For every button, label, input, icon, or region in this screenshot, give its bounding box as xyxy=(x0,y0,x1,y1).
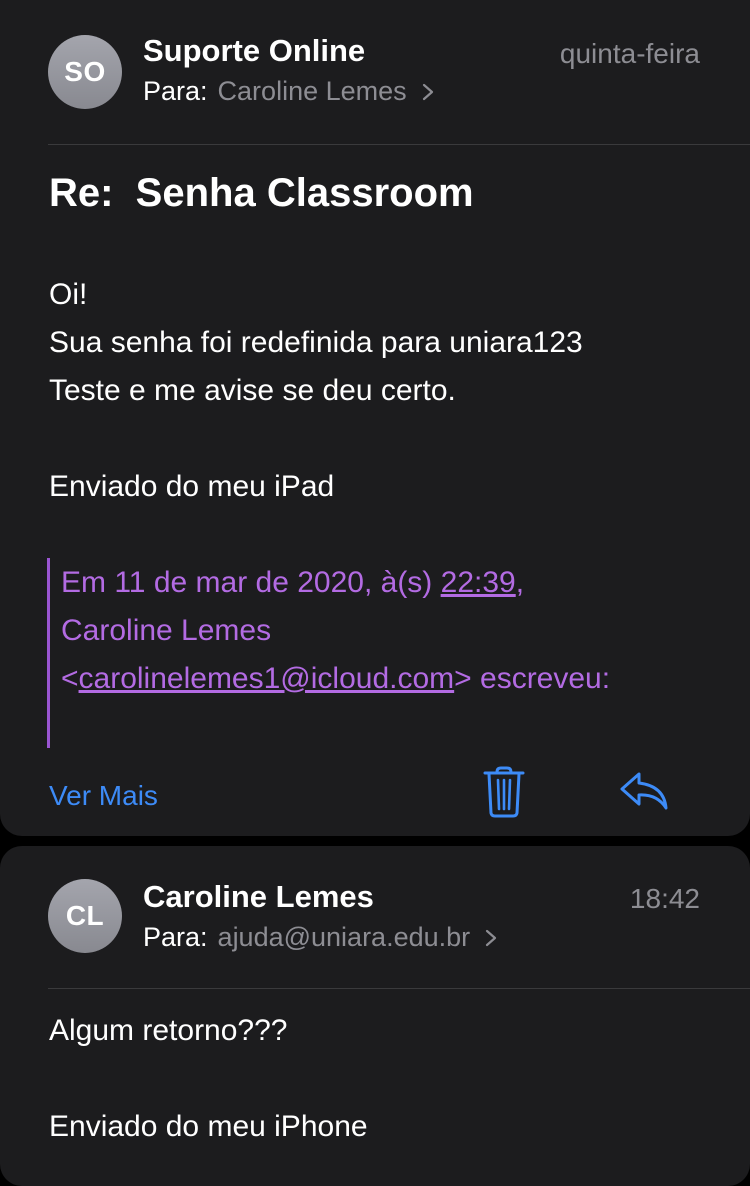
body-line: Algum retorno??? xyxy=(49,1014,288,1047)
see-more-button[interactable]: Ver Mais xyxy=(49,780,158,812)
to-label: Para: xyxy=(143,922,208,952)
header-divider xyxy=(48,988,750,989)
sender-name[interactable]: Caroline Lemes xyxy=(143,879,374,915)
avatar[interactable]: SO xyxy=(48,35,122,109)
recipient-name[interactable]: Caroline Lemes xyxy=(218,76,407,107)
recipient-email[interactable]: ajuda@uniara.edu.br xyxy=(218,922,471,953)
quote-email-link[interactable]: carolinelemes1@icloud.com xyxy=(79,662,455,695)
quote-author: Caroline Lemes xyxy=(61,614,272,647)
quote-bar xyxy=(47,558,50,748)
email-subject: Re: Senha Classroom xyxy=(49,171,474,215)
body-line: Teste e me avise se deu certo. xyxy=(49,374,456,407)
chevron-right-icon[interactable] xyxy=(419,82,437,102)
message-card-2: CL Caroline Lemes 18:42 Para: ajuda@unia… xyxy=(0,846,750,1186)
chevron-right-icon[interactable] xyxy=(482,928,500,948)
avatar[interactable]: CL xyxy=(48,879,122,953)
trash-icon[interactable] xyxy=(480,764,528,820)
quote-email-line: <carolinelemes1@icloud.com> escreveu: xyxy=(61,662,610,696)
quote-comma: , xyxy=(515,566,525,599)
body-line: Oi! xyxy=(49,278,88,311)
body-line: Enviado do meu iPad xyxy=(49,470,335,503)
quote-header-line: Em 11 de mar de 2020, à(s) 22:39, xyxy=(61,566,524,600)
body-line: Enviado do meu iPhone xyxy=(49,1110,368,1143)
quote-date-text: Em 11 de mar de 2020, à(s) xyxy=(61,566,441,599)
message-date: 18:42 xyxy=(629,883,700,914)
header-divider xyxy=(48,144,750,145)
message-card-1: SO Suporte Online quinta-feira Para: Car… xyxy=(0,0,750,836)
body-line: Sua senha foi redefinida para uniara123 xyxy=(49,326,583,359)
recipient-line[interactable]: Para: Caroline Lemes xyxy=(143,76,437,107)
message-date: quinta-feira xyxy=(559,38,700,69)
quote-time-link[interactable]: 22:39 xyxy=(441,566,516,599)
sender-name[interactable]: Suporte Online xyxy=(143,33,365,69)
quote-lt: < xyxy=(61,662,79,695)
reply-icon[interactable] xyxy=(618,768,670,814)
quote-wrote: > escreveu: xyxy=(454,662,611,695)
recipient-line[interactable]: Para: ajuda@uniara.edu.br xyxy=(143,922,500,953)
to-label: Para: xyxy=(143,76,208,106)
